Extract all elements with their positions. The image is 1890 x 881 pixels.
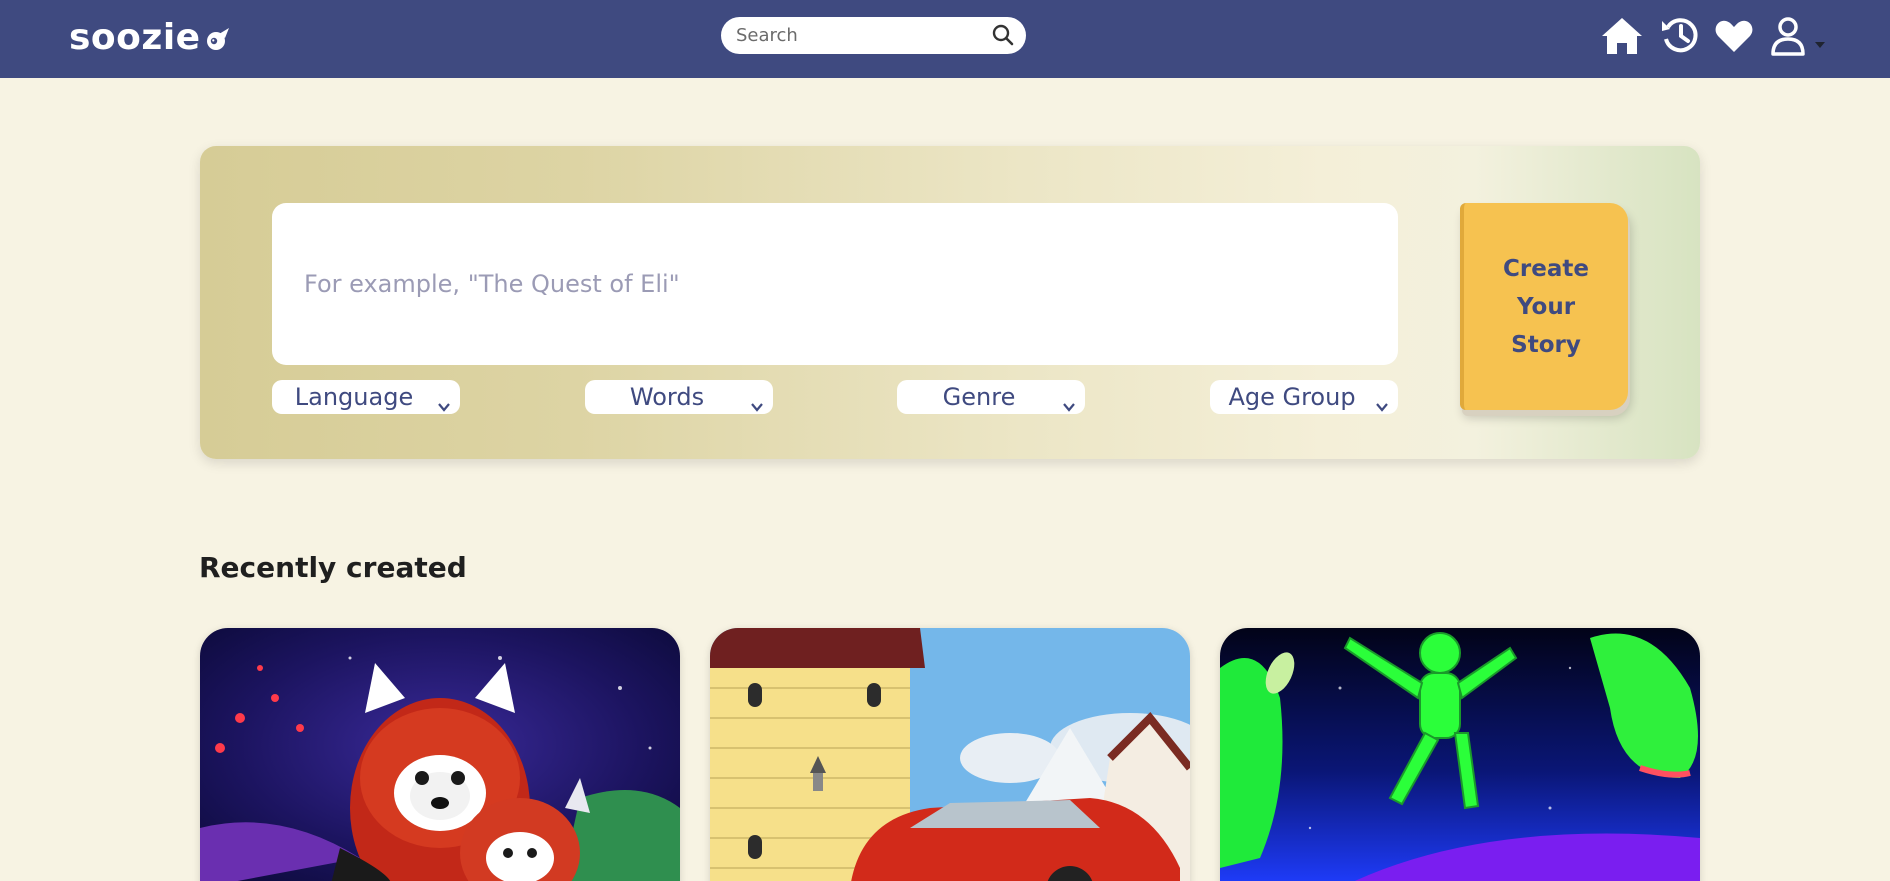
- language-select[interactable]: Language: [272, 380, 460, 414]
- search-icon[interactable]: [992, 24, 1014, 50]
- age-group-select-label: Age Group: [1228, 383, 1356, 411]
- language-select-label: Language: [294, 383, 414, 411]
- recently-created-heading: Recently created: [199, 551, 467, 584]
- words-select[interactable]: Words: [585, 380, 773, 414]
- logo-bird-icon: [205, 20, 231, 61]
- chevron-down-icon: [1063, 390, 1075, 418]
- story-card-green-figure[interactable]: [1220, 628, 1700, 881]
- search-bar: [721, 17, 1026, 54]
- green-figure-space-illustration: [1220, 628, 1700, 881]
- history-icon[interactable]: [1660, 15, 1700, 59]
- story-card-red-car[interactable]: [710, 628, 1190, 881]
- chevron-down-icon: [751, 390, 763, 418]
- logo[interactable]: soozie: [69, 14, 231, 61]
- create-story-button[interactable]: Create Your Story: [1460, 203, 1628, 410]
- genre-select[interactable]: Genre: [897, 380, 1085, 414]
- logo-text: soozie: [69, 17, 201, 58]
- home-icon[interactable]: [1600, 16, 1644, 60]
- caret-down-icon[interactable]: [1814, 34, 1826, 53]
- story-title-input[interactable]: [272, 203, 1398, 365]
- words-select-label: Words: [629, 383, 705, 411]
- create-story-button-label: Create Your Story: [1503, 255, 1589, 358]
- chevron-down-icon: [1376, 390, 1388, 418]
- story-creator-panel: Language Words Genre Age Group Create Yo…: [200, 146, 1700, 459]
- red-car-illustration: [710, 628, 1190, 881]
- age-group-select[interactable]: Age Group: [1210, 380, 1398, 414]
- search-input[interactable]: [721, 17, 971, 54]
- user-icon[interactable]: [1770, 16, 1810, 60]
- top-navbar: soozie: [0, 0, 1890, 78]
- red-pandas-illustration: [200, 628, 680, 881]
- heart-icon[interactable]: [1714, 18, 1754, 58]
- story-card-red-pandas[interactable]: [200, 628, 680, 881]
- chevron-down-icon: [438, 390, 450, 418]
- genre-select-label: Genre: [942, 383, 1016, 411]
